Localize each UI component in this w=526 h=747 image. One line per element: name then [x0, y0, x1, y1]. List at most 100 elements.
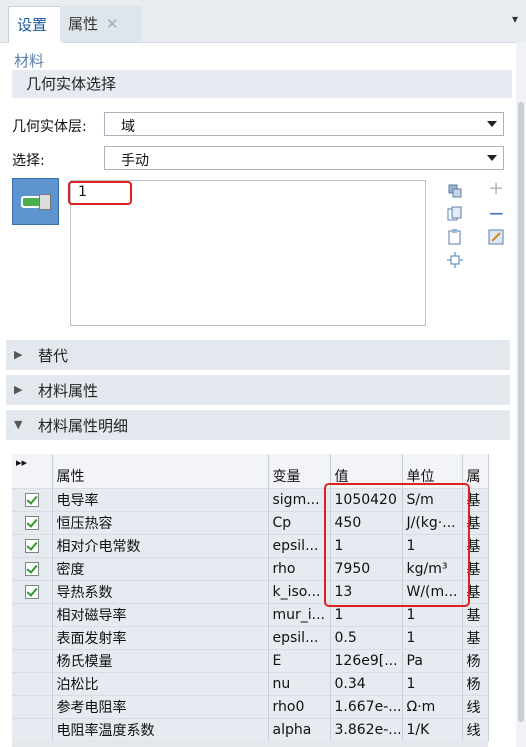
cell-value[interactable]: 126e9[...	[330, 649, 403, 673]
cell-unit[interactable]: Pa	[402, 649, 463, 673]
cell-value[interactable]: 1050420	[330, 488, 403, 512]
breadcrumb[interactable]: 材料	[14, 50, 44, 71]
column-header-variable[interactable]: 变量	[268, 454, 331, 489]
tab-settings[interactable]: 设置	[8, 6, 64, 43]
row-checkbox[interactable]	[12, 649, 53, 673]
selection-label: 选择:	[12, 153, 45, 169]
cell-variable: rho0	[268, 695, 331, 719]
cell-value[interactable]: 1	[330, 534, 403, 558]
cell-variable: Cp	[268, 511, 331, 535]
column-header-value[interactable]: 值	[330, 454, 403, 489]
cell-property: 参考电阻率	[52, 695, 269, 719]
active-toggle-button[interactable]	[12, 178, 59, 225]
row-checkbox[interactable]	[12, 672, 53, 696]
accordion-override[interactable]: ▶ 替代	[6, 340, 510, 370]
table-row[interactable]: 泊松比 nu 0.34 1 杨	[12, 672, 489, 696]
checkbox-checked-icon[interactable]	[24, 493, 39, 507]
cell-property: 密度	[52, 557, 269, 581]
add-icon[interactable]: +	[488, 180, 504, 198]
table-row[interactable]: 电导率 sigm... 1050420 S/m 基	[12, 488, 489, 512]
cell-unit[interactable]: 1	[402, 603, 463, 627]
table-row[interactable]: 电阻率温度系数 alpha 3.862e-... 1/K 线	[12, 718, 489, 742]
cell-unit[interactable]: Ω·m	[402, 695, 463, 719]
cell-value[interactable]: 3.862e-...	[330, 718, 403, 742]
close-icon[interactable]: ✕	[106, 15, 119, 33]
row-checkbox[interactable]	[12, 695, 53, 719]
cell-variable: rho	[268, 557, 331, 581]
tab-properties[interactable]: 属性 ✕	[60, 6, 142, 42]
table-row[interactable]: 导热系数 k_iso... 13 W/(m... 基	[12, 580, 489, 604]
checkbox-checked-icon[interactable]	[24, 585, 39, 599]
cell-value[interactable]: 1.667e-...	[330, 695, 403, 719]
cell-variable: epsil...	[268, 626, 331, 650]
tab-settings-label: 设置	[17, 16, 48, 34]
clear-selection-icon[interactable]	[488, 229, 504, 245]
cell-value[interactable]: 7950	[330, 557, 403, 581]
column-header-extra[interactable]: 属	[462, 454, 489, 489]
zoom-to-selection-icon[interactable]	[447, 252, 463, 268]
cell-extra: 杨	[462, 672, 489, 696]
table-row[interactable]: 相对介电常数 epsil... 1 1 基	[12, 534, 489, 558]
accordion-property-details-label: 材料属性明细	[38, 417, 129, 435]
row-checkbox[interactable]	[12, 488, 53, 512]
column-header-property[interactable]: 属性	[52, 454, 269, 489]
scrollbar-thumb[interactable]	[518, 102, 524, 722]
cell-unit[interactable]: J/(kg·...	[402, 511, 463, 535]
tab-bar: 设置 属性 ✕ ▾	[0, 0, 526, 43]
chevron-down-icon	[487, 155, 497, 161]
cell-unit[interactable]: W/(m...	[402, 580, 463, 604]
vertical-scrollbar[interactable]	[516, 42, 526, 747]
accordion-property-details[interactable]: ▼ 材料属性明细	[6, 410, 510, 440]
panel-menu-icon[interactable]: ▾	[512, 12, 518, 26]
cell-value[interactable]: 450	[330, 511, 403, 535]
checkbox-checked-icon[interactable]	[24, 516, 39, 530]
selection-select[interactable]: 手动	[104, 146, 504, 170]
copy-selection-icon[interactable]	[447, 206, 463, 222]
cell-unit[interactable]: 1	[402, 626, 463, 650]
cell-value[interactable]: 1	[330, 603, 403, 627]
cell-unit[interactable]: kg/m³	[402, 557, 463, 581]
checkbox-checked-icon[interactable]	[24, 562, 39, 576]
table-row[interactable]: 恒压热容 Cp 450 J/(kg·... 基	[12, 511, 489, 535]
row-checkbox[interactable]	[12, 557, 53, 581]
table-row[interactable]: 杨氏模量 E 126e9[... Pa 杨	[12, 649, 489, 673]
chevron-down-icon	[487, 121, 497, 127]
cell-variable: sigm...	[268, 488, 331, 512]
row-checkbox[interactable]	[12, 603, 53, 627]
cell-unit[interactable]: 1	[402, 534, 463, 558]
cell-value[interactable]: 13	[330, 580, 403, 604]
cell-unit[interactable]: 1/K	[402, 718, 463, 742]
cell-value[interactable]: 0.5	[330, 626, 403, 650]
row-checkbox[interactable]	[12, 511, 53, 535]
remove-icon[interactable]: −	[488, 203, 505, 223]
cell-variable: alpha	[268, 718, 331, 742]
geometry-selection-header[interactable]: 几何实体选择	[12, 70, 512, 98]
accordion-material-properties[interactable]: ▶ 材料属性	[6, 375, 510, 405]
expand-columns-icon[interactable]: ▸▸	[12, 454, 53, 489]
geometry-level-value: 域	[121, 119, 135, 135]
cell-unit[interactable]: S/m	[402, 488, 463, 512]
cell-variable: E	[268, 649, 331, 673]
cell-property: 电导率	[52, 488, 269, 512]
geometry-level-select[interactable]: 域	[104, 112, 504, 136]
selection-list-item[interactable]: 1	[68, 181, 132, 205]
column-header-unit[interactable]: 单位	[402, 454, 463, 489]
table-row[interactable]: 表面发射率 epsil... 0.5 1 基	[12, 626, 489, 650]
row-checkbox[interactable]	[12, 626, 53, 650]
chevron-right-icon: ▶	[14, 348, 23, 361]
cell-property: 电阻率温度系数	[52, 718, 269, 742]
accordion-material-properties-label: 材料属性	[38, 382, 99, 400]
clipboard-icon[interactable]	[447, 229, 463, 245]
row-checkbox[interactable]	[12, 580, 53, 604]
horizontal-scrollbar[interactable]	[12, 740, 488, 747]
cell-unit[interactable]: 1	[402, 672, 463, 696]
checkbox-checked-icon[interactable]	[24, 539, 39, 553]
table-row[interactable]: 相对磁导率 mur_i... 1 1 基	[12, 603, 489, 627]
cell-extra: 基	[462, 580, 489, 604]
paste-selection-icon[interactable]	[447, 183, 463, 199]
row-checkbox[interactable]	[12, 534, 53, 558]
row-checkbox[interactable]	[12, 718, 53, 742]
cell-value[interactable]: 0.34	[330, 672, 403, 696]
table-row[interactable]: 参考电阻率 rho0 1.667e-... Ω·m 线	[12, 695, 489, 719]
table-row[interactable]: 密度 rho 7950 kg/m³ 基	[12, 557, 489, 581]
